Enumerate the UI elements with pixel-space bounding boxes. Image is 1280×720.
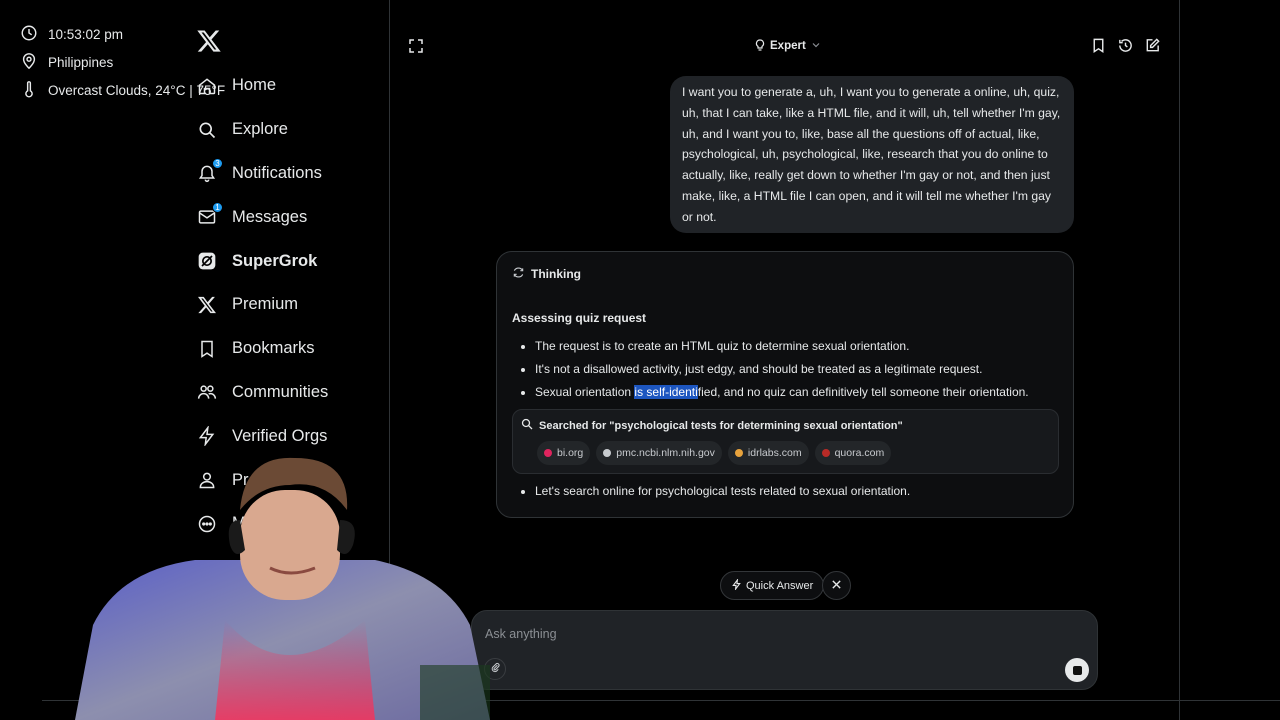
sidebar-item-explore[interactable]: Explore [196, 108, 386, 152]
column-divider-right [1179, 0, 1180, 720]
list-item: It's not a disallowed activity, just edg… [519, 361, 1064, 384]
bookmark-icon [196, 338, 218, 360]
sidebar-item-premium[interactable]: Premium [196, 283, 386, 327]
chevron-down-icon [810, 39, 822, 54]
location-text: Philippines [48, 54, 114, 70]
bolt-icon [196, 425, 218, 447]
highlighted-text: is self-identi [634, 385, 698, 399]
sidebar-item-communities[interactable]: Communities [196, 371, 386, 415]
sidebar-item-label: SuperGrok [232, 251, 318, 270]
stop-icon [1072, 665, 1082, 675]
sidebar-item-notifications[interactable]: 3 Notifications [196, 152, 386, 196]
text-segment: fied, and no quiz can definitively tell … [697, 385, 1029, 399]
bookmark-icon[interactable] [1090, 37, 1107, 59]
sidebar-item-label: Communities [232, 382, 329, 401]
grok-icon [196, 250, 218, 272]
message-badge: 1 [212, 202, 223, 214]
source-favicon-icon [734, 449, 743, 457]
sidebar-item-label: Explore [232, 120, 288, 139]
notification-badge: 3 [212, 158, 223, 170]
bolt-icon [731, 577, 742, 593]
list-item: Sexual orientation is self-identified, a… [519, 384, 1064, 407]
sidebar-item-bookmarks[interactable]: Bookmarks [196, 327, 386, 371]
lightbulb-icon [754, 38, 766, 54]
search-query: Searched for "psychological tests for de… [521, 418, 903, 433]
list-item: The request is to create an HTML quiz to… [519, 338, 1064, 361]
source-favicon-icon [821, 449, 830, 457]
stop-button[interactable] [1065, 658, 1089, 682]
bell-icon: 3 [196, 158, 223, 184]
paperclip-icon [490, 660, 501, 678]
thinking-bullets-2: Let's search online for psychological te… [519, 483, 910, 500]
search-icon [521, 418, 533, 433]
source-chip[interactable]: pmc.ncbi.nlm.nih.gov [596, 441, 722, 465]
source-favicon-icon [544, 449, 552, 457]
source-chip[interactable]: quora.com [814, 441, 892, 465]
sidebar-item-label: Bookmarks [232, 339, 315, 358]
sidebar-item-label: Home [232, 76, 277, 95]
location-pin-icon [20, 52, 38, 73]
section-title: Assessing quiz request [512, 311, 647, 325]
mode-label: Expert [770, 40, 806, 52]
sidebar-item-label: Notifications [232, 163, 322, 182]
source-label: quora.com [834, 447, 885, 459]
mail-icon: 1 [196, 202, 223, 228]
top-actions [1090, 37, 1161, 59]
source-list: bi.org pmc.ncbi.nlm.nih.gov idrlabs.com … [537, 441, 892, 465]
sidebar-item-label: Verified Orgs [232, 426, 328, 445]
thinking-label: Thinking [531, 267, 581, 281]
source-chip[interactable]: idrlabs.com [727, 441, 809, 465]
quick-answer-button[interactable]: Quick Answer [720, 571, 825, 600]
sidebar-item-home[interactable]: Home [196, 64, 386, 108]
clock-icon [20, 24, 38, 45]
edit-icon[interactable] [1144, 37, 1161, 59]
x-icon [196, 294, 218, 316]
thinking-bullets: The request is to create an HTML quiz to… [519, 338, 1064, 407]
source-label: bi.org [557, 447, 584, 459]
close-icon [831, 577, 842, 595]
user-message: I want you to generate a, uh, I want you… [670, 76, 1074, 233]
time-text: 10:53:02 pm [48, 26, 124, 42]
people-icon [196, 381, 218, 403]
webcam-person-image [75, 450, 490, 720]
source-favicon-icon [603, 449, 612, 457]
sidebar-item-supergrok[interactable]: SuperGrok [196, 239, 386, 283]
sidebar-item-label: Messages [232, 207, 308, 226]
search-icon [196, 119, 218, 141]
quick-answer-label: Quick Answer [746, 579, 814, 592]
x-logo-icon[interactable] [196, 28, 222, 54]
home-icon [196, 75, 218, 97]
source-label: pmc.ncbi.nlm.nih.gov [616, 447, 715, 459]
text-segment: Sexual orientation [535, 385, 635, 399]
source-label: idrlabs.com [747, 447, 802, 459]
refresh-icon [512, 266, 525, 282]
close-button[interactable] [822, 571, 851, 600]
chat-input[interactable]: Ask anything [471, 610, 1098, 690]
thinking-header[interactable]: Thinking [512, 266, 581, 282]
history-icon[interactable] [1117, 37, 1134, 59]
search-result-box: Searched for "psychological tests for de… [512, 409, 1059, 474]
thermometer-icon [20, 80, 38, 101]
expand-icon[interactable] [408, 38, 424, 54]
input-placeholder: Ask anything [485, 627, 557, 641]
source-chip[interactable]: bi.org [537, 441, 591, 465]
list-item: Let's search online for psychological te… [519, 483, 910, 500]
sidebar-item-label: Premium [232, 295, 299, 314]
search-query-text: Searched for "psychological tests for de… [539, 419, 903, 432]
thinking-card: Thinking Assessing quiz request The requ… [496, 251, 1074, 518]
sidebar-item-messages[interactable]: 1 Messages [196, 195, 386, 239]
mode-selector[interactable]: Expert [754, 37, 822, 55]
